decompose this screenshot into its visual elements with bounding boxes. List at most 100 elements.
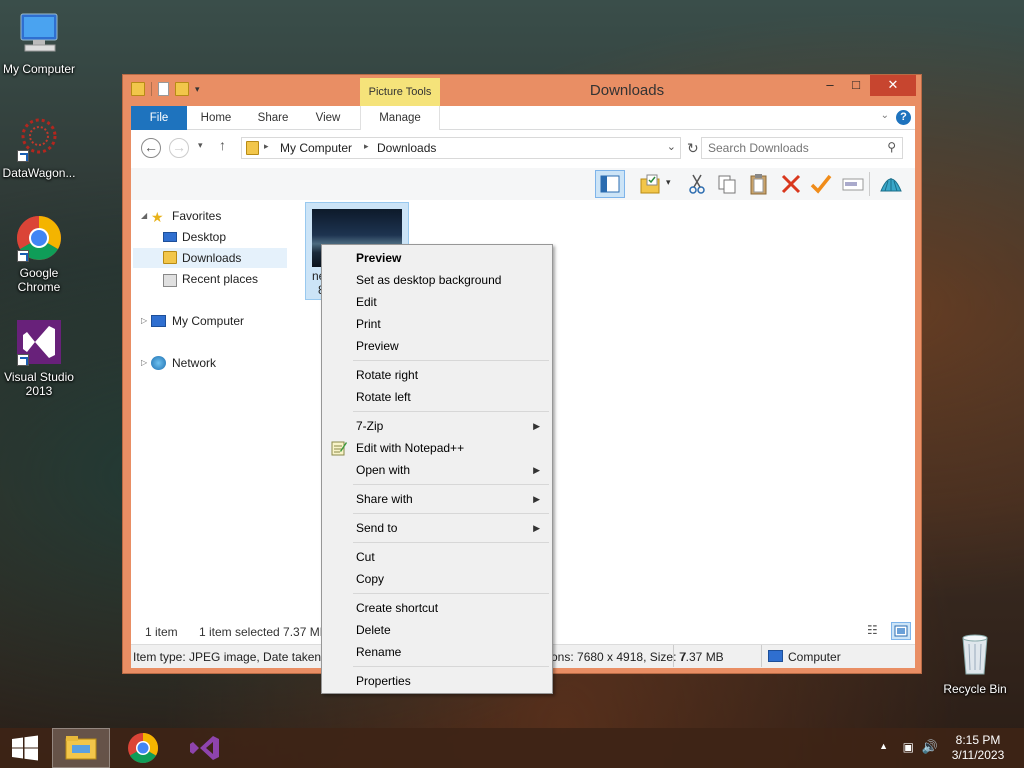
menu-item-delete[interactable]: Delete (325, 619, 549, 641)
tab-manage[interactable]: Manage (360, 106, 440, 130)
taskbar-chrome[interactable] (114, 728, 172, 768)
menu-item-create-shortcut[interactable]: Create shortcut (325, 597, 549, 619)
paste-icon[interactable] (747, 173, 771, 195)
up-arrow-icon[interactable]: ↑ (219, 137, 226, 153)
menu-item-properties[interactable]: Properties (325, 670, 549, 692)
recent-locations-icon[interactable]: ▾ (198, 140, 203, 151)
tab-view[interactable]: View (307, 106, 349, 130)
menu-item-preview-default[interactable]: Preview (325, 247, 549, 269)
search-icon[interactable]: ⚲ (887, 140, 896, 154)
menu-item-send-to[interactable]: Send to ▶ (325, 517, 549, 539)
start-button[interactable] (0, 728, 50, 768)
rename-icon[interactable] (841, 173, 865, 195)
close-button[interactable]: ✕ (870, 75, 916, 96)
chevron-down-icon[interactable]: ▾ (666, 177, 671, 188)
clock[interactable]: 8:15 PM 3/11/2023 (946, 733, 1010, 763)
details-divider (761, 645, 762, 667)
taskbar-visual-studio[interactable] (176, 728, 234, 768)
menu-item-cut[interactable]: Cut (325, 546, 549, 568)
nav-downloads[interactable]: Downloads (182, 248, 241, 268)
desktop-icon-datawagon[interactable]: DataWagon... (0, 114, 78, 180)
details-size: 7.37 MB (679, 650, 724, 664)
desktop-icon-my-computer[interactable]: My Computer (0, 10, 78, 76)
menu-item-rotate-right[interactable]: Rotate right (325, 364, 549, 386)
recycle-bin-icon (951, 630, 999, 678)
checkmark-icon[interactable] (809, 173, 833, 195)
show-hidden-icons-button[interactable]: ▲ (879, 741, 888, 751)
folder-options-icon[interactable] (639, 173, 663, 195)
breadcrumb-separator-icon: ▸ (364, 141, 369, 151)
menu-item-label: Cut (356, 550, 375, 564)
menu-item-label: Send to (356, 521, 398, 535)
desktop-icon-chrome[interactable]: Google Chrome (0, 214, 78, 294)
windows-logo-icon (12, 735, 38, 761)
desktop-icon-recycle-bin[interactable]: Recycle Bin (936, 630, 1014, 696)
toolbar-divider (869, 172, 870, 196)
breadcrumb-my-computer[interactable]: My Computer (280, 141, 352, 155)
taskbar-file-explorer[interactable] (52, 728, 110, 768)
nav-recent-places[interactable]: Recent places (182, 269, 258, 289)
address-bar[interactable]: ▸ My Computer ▸ Downloads ⌄ (241, 137, 681, 159)
refresh-icon[interactable]: ↻ (687, 140, 699, 157)
minimize-button[interactable]: – (817, 75, 843, 96)
network-status-icon[interactable]: ▣ (903, 740, 914, 754)
menu-item-label: Copy (356, 572, 385, 586)
downloads-folder-icon (246, 141, 259, 155)
menu-item-open-with[interactable]: Open with ▶ (325, 459, 549, 481)
details-view-button[interactable]: ☷ (867, 623, 885, 639)
taskbar: ▲ ▣ 🔊 8:15 PM 3/11/2023 (0, 728, 1024, 768)
address-row: ← → ▾ ↑ ▸ My Computer ▸ Downloads ⌄ ↻ ⚲ (131, 130, 915, 168)
nav-desktop[interactable]: Desktop (182, 227, 226, 247)
notepad-plus-plus-icon (331, 440, 347, 456)
nav-network[interactable]: Network (172, 353, 216, 373)
address-dropdown-icon[interactable]: ⌄ (667, 140, 676, 153)
expand-network-icon[interactable]: ▷ (141, 358, 147, 367)
help-icon[interactable]: ? (896, 110, 911, 125)
menu-item-rename[interactable]: Rename (325, 641, 549, 663)
delete-icon[interactable] (779, 173, 803, 195)
cut-icon[interactable] (685, 173, 709, 195)
desktop-icon-visual-studio[interactable]: Visual Studio 2013 (0, 318, 78, 398)
computer-icon (151, 315, 166, 327)
preview-pane-button[interactable] (595, 170, 625, 198)
menu-item-edit[interactable]: Edit (325, 291, 549, 313)
menu-item-copy[interactable]: Copy (325, 568, 549, 590)
maximize-button[interactable]: □ (843, 75, 869, 96)
shell-icon[interactable] (879, 173, 903, 195)
menu-separator (353, 484, 549, 485)
menu-item-label: Delete (356, 623, 391, 637)
menu-item-print[interactable]: Print (325, 313, 549, 335)
forward-button[interactable]: → (169, 138, 189, 158)
desktop-icon-label: My Computer (2, 62, 76, 76)
menu-item-set-desktop-background[interactable]: Set as desktop background (325, 269, 549, 291)
details-dimensions: ons: 7680 x 4918, Size: 7 (551, 650, 687, 664)
tab-home[interactable]: Home (193, 106, 239, 130)
search-input[interactable] (708, 141, 878, 155)
nav-my-computer[interactable]: My Computer (172, 311, 244, 331)
selection-status: 1 item selected 7.37 MB (199, 625, 328, 639)
menu-item-7zip[interactable]: 7-Zip ▶ (325, 415, 549, 437)
tab-file[interactable]: File (131, 106, 187, 130)
expand-computer-icon[interactable]: ▷ (141, 316, 147, 325)
menu-item-edit-with-notepad[interactable]: Edit with Notepad++ (325, 437, 549, 459)
menu-item-label: Preview (356, 339, 399, 353)
menu-item-rotate-left[interactable]: Rotate left (325, 386, 549, 408)
search-box[interactable]: ⚲ (701, 137, 903, 159)
menu-item-label: Edit (356, 295, 377, 309)
menu-item-preview[interactable]: Preview (325, 335, 549, 357)
tab-share[interactable]: Share (249, 106, 297, 130)
breadcrumb-downloads[interactable]: Downloads (377, 141, 436, 155)
menu-item-label: Properties (356, 674, 411, 688)
back-button[interactable]: ← (141, 138, 161, 158)
volume-icon[interactable]: 🔊 (922, 739, 938, 755)
title-bar: ▾ Picture Tools Downloads – □ ✕ (123, 75, 921, 106)
desktop-icon-label: DataWagon... (2, 166, 76, 180)
menu-item-share-with[interactable]: Share with ▶ (325, 488, 549, 510)
nav-favorites[interactable]: Favorites (172, 206, 221, 226)
large-icons-view-button[interactable] (891, 622, 911, 640)
copy-icon[interactable] (715, 173, 739, 195)
expand-favorites-icon[interactable]: ◢ (141, 211, 147, 220)
star-icon: ★ (151, 209, 164, 225)
ribbon-expand-icon[interactable]: ⌄ (881, 110, 889, 121)
menu-item-label: Share with (356, 492, 413, 506)
